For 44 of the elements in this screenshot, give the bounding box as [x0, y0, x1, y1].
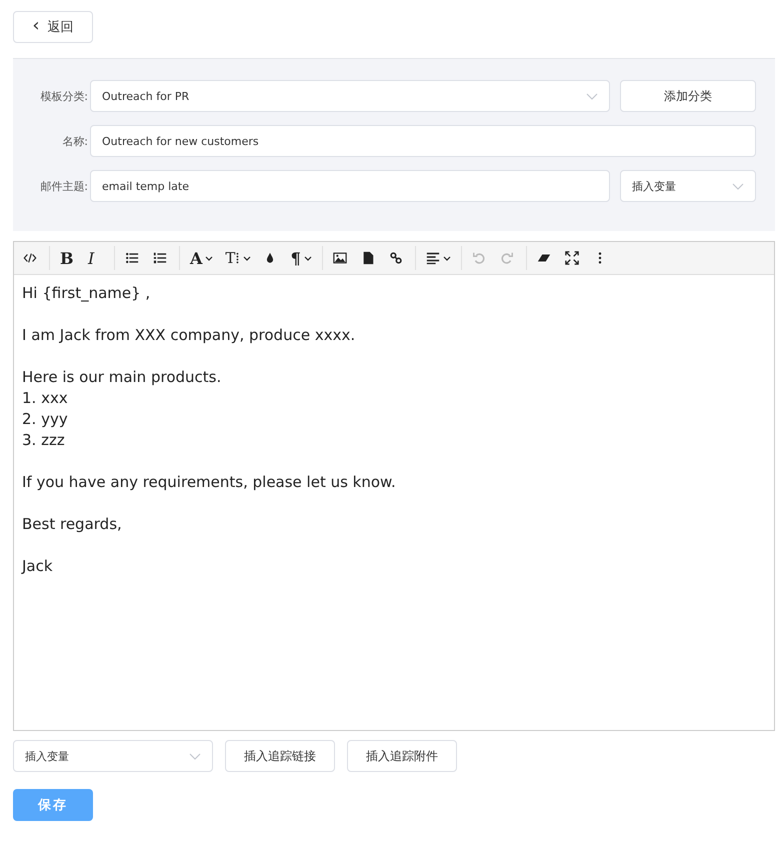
bullet-list-icon	[125, 251, 139, 265]
fullscreen-icon	[564, 251, 579, 265]
category-select[interactable]: Outreach for PR	[90, 80, 610, 112]
body-text: If you have any requirements, please let us know.	[22, 472, 396, 493]
caret-icon	[189, 752, 201, 760]
body-text: 1. xxx	[22, 388, 68, 409]
insert-button[interactable]: 插入追踪链接	[225, 740, 335, 772]
caret-icon	[442, 256, 451, 260]
body-text: I am Jack from XXX company, produce xxxx.	[22, 325, 356, 346]
variable-select[interactable]: 插入变量	[13, 740, 213, 772]
align-icon	[426, 251, 440, 265]
field-label: 名称:	[61, 134, 88, 148]
back-button[interactable]: ‹ 返回	[13, 11, 93, 43]
numbered-list-icon	[153, 251, 167, 265]
format-button[interactable]: I	[82, 244, 110, 272]
caret-icon	[242, 256, 251, 260]
insert-button[interactable]: 插入追踪附件	[347, 740, 457, 772]
code-icon	[23, 251, 37, 265]
undo-icon	[472, 251, 486, 265]
format-button[interactable]: ¶	[284, 244, 318, 272]
input-field[interactable]: Outreach for new customers	[90, 125, 756, 157]
body-text: 2. yyy	[22, 409, 68, 430]
caret-icon	[732, 182, 744, 190]
editor-content[interactable]: Hi {first_name} , I am Jack from XXX company, produce xxxx. Here is our main products. 1. xxx 2. yyy 3. zzz If you have any requirements, please let us know. Best regards, Jack	[14, 275, 774, 730]
body-text: 3. zzz	[22, 430, 65, 451]
body-text: Here is our main products.	[22, 367, 222, 388]
redo-icon	[500, 251, 514, 265]
caret-icon	[586, 92, 598, 100]
file-icon	[360, 251, 375, 265]
format-button[interactable]: B	[54, 244, 82, 272]
body-text: Best regards,	[22, 514, 122, 535]
body-text: Jack	[22, 556, 53, 577]
field-label: 邮件主题:	[39, 178, 88, 194]
input-field[interactable]: email temp late	[90, 170, 610, 202]
variable-select[interactable]: 插入变量	[620, 170, 756, 202]
add-category-button[interactable]: 添加分类	[620, 80, 756, 112]
format-button[interactable]: T⁞	[219, 244, 257, 272]
body-text: Hi {first_name} ,	[22, 283, 150, 304]
caret-icon	[205, 256, 214, 260]
link-icon	[388, 251, 403, 265]
format-button[interactable]: A	[184, 244, 220, 272]
image-icon	[332, 251, 347, 265]
caret-icon	[304, 256, 312, 260]
field-label: 模板分类:	[39, 88, 88, 104]
